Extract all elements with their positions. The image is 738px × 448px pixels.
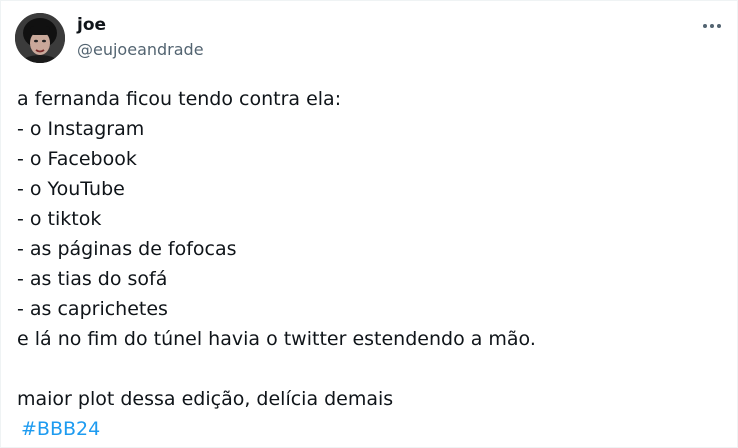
more-options-icon-dot [710, 24, 714, 28]
tweet-line: - o YouTube [17, 178, 125, 200]
tweet-closing-line: maior plot dessa edição, delícia demais [17, 388, 394, 410]
tweet-hashtag-line: #BBB24 [17, 414, 717, 444]
tweet-text: a fernanda ficou tendo contra ela: - o I… [17, 84, 717, 444]
avatar-image [15, 13, 65, 63]
more-options-icon-dot [717, 24, 721, 28]
more-options-button[interactable] [695, 11, 729, 41]
tweet-line: - o tiktok [17, 208, 102, 230]
tweet-line: a fernanda ficou tendo contra ela: [17, 88, 342, 110]
tweet-line: - as tias do sofá [17, 268, 168, 290]
tweet-line: - o Facebook [17, 148, 137, 170]
tweet-card: joe @eujoeandrade a fernanda ficou tendo… [0, 0, 738, 448]
tweet-line: - as páginas de fofocas [17, 238, 237, 260]
author-display-name[interactable]: joe [77, 14, 106, 36]
author-handle[interactable]: @eujoeandrade [77, 39, 204, 61]
author-avatar[interactable] [15, 13, 65, 63]
tweet-line: e lá no fim do túnel havia o twitter est… [17, 328, 536, 350]
tweet-line: - o Instagram [17, 118, 145, 140]
hashtag-link[interactable]: #BBB24 [17, 418, 100, 440]
more-options-icon [703, 24, 707, 28]
tweet-line: - as caprichetes [17, 298, 168, 320]
